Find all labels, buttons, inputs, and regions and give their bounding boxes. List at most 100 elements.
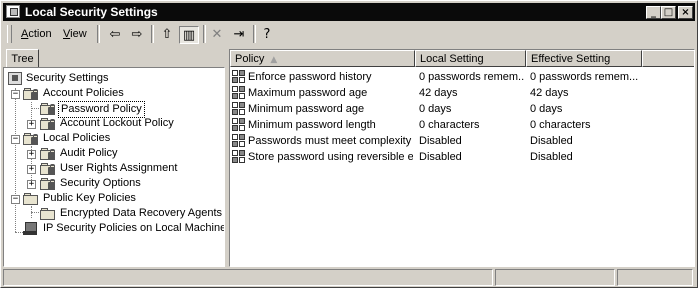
menu-action-label: ction — [28, 28, 52, 40]
tree-node-local-policies[interactable]: Local Policies — [23, 131, 112, 146]
effective-setting-value: 0 passwords remem... — [530, 71, 639, 83]
list-row[interactable]: Minimum password length 0 characters 0 c… — [230, 117, 694, 133]
policy-name: Store password using reversible e... — [248, 151, 413, 163]
maximize-button[interactable]: □ — [661, 6, 676, 19]
column-header-effective-setting[interactable]: Effective Setting — [526, 50, 642, 67]
forward-icon: ⇨ — [131, 27, 143, 42]
column-header-label: Effective Setting — [531, 53, 611, 65]
locked-folder-icon — [40, 103, 56, 115]
help-button[interactable]: ? — [257, 26, 277, 44]
tree-node-label: Account Policies — [43, 87, 124, 99]
policy-name: Passwords must meet complexity r... — [248, 135, 413, 147]
show-hide-tree-icon: ▥ — [182, 28, 196, 43]
policy-setting-icon — [232, 134, 246, 147]
effective-setting-value: Disabled — [530, 135, 573, 147]
tree-node-encrypted-data-recovery-agents[interactable]: Encrypted Data Recovery Agents — [40, 206, 224, 221]
app-icon[interactable] — [6, 5, 20, 18]
show-hide-tree-button[interactable]: ▥ — [179, 26, 199, 44]
column-header-filler — [642, 50, 694, 67]
toolbar-separator — [151, 25, 154, 43]
close-button[interactable]: × — [678, 6, 693, 19]
menu-action[interactable]: Action — [15, 26, 58, 42]
expand-icon[interactable]: + — [27, 180, 36, 189]
list-row[interactable]: Passwords must meet complexity r... Disa… — [230, 133, 694, 149]
tree-view[interactable]: Security Settings − Account Policies Pas… — [3, 67, 225, 267]
tree-node-security-options[interactable]: Security Options — [40, 176, 143, 191]
tree-node-account-lockout-policy[interactable]: Account Lockout Policy — [40, 116, 176, 131]
tree-node-label: Public Key Policies — [43, 192, 136, 204]
tree-node-account-policies[interactable]: Account Policies — [23, 86, 126, 101]
effective-setting-value: Disabled — [530, 151, 573, 163]
local-setting-value: Disabled — [419, 151, 462, 163]
tree-node-security-settings[interactable]: Security Settings — [6, 71, 111, 86]
status-bar — [3, 269, 695, 287]
list-row[interactable]: Maximum password age 42 days 42 days — [230, 85, 694, 101]
toolbar-separator — [253, 25, 256, 43]
tab-tree[interactable]: Tree — [6, 49, 39, 68]
tree-node-label: Account Lockout Policy — [60, 117, 174, 129]
tree-node-label: Security Settings — [26, 72, 109, 84]
tree-node-label: Security Options — [60, 177, 141, 189]
tree-node-public-key-policies[interactable]: Public Key Policies — [23, 191, 138, 206]
status-panel — [617, 269, 693, 286]
toolbar-separator — [203, 25, 206, 43]
policy-list-view[interactable]: Policy ▲ Local Setting Effective Setting … — [229, 49, 695, 267]
locked-folder-icon — [23, 88, 39, 100]
local-setting-value: 0 passwords remem... — [419, 71, 524, 83]
tree-node-audit-policy[interactable]: Audit Policy — [40, 146, 119, 161]
policy-setting-icon — [232, 150, 246, 163]
column-header-local-setting[interactable]: Local Setting — [415, 50, 526, 67]
sort-ascending-icon: ▲ — [270, 55, 278, 65]
locked-folder-icon — [40, 118, 56, 130]
expand-icon[interactable]: + — [27, 150, 36, 159]
delete-button[interactable]: ✕ — [207, 26, 227, 44]
title-bar[interactable]: Local Security Settings _ □ × — [3, 3, 695, 21]
tree-connector — [15, 232, 23, 233]
policy-setting-icon — [232, 102, 246, 115]
tree-node-ip-security-policies[interactable]: IP Security Policies on Local Machine — [23, 221, 224, 236]
policy-name: Minimum password age — [248, 103, 365, 115]
tree-node-label: Encrypted Data Recovery Agents — [60, 207, 223, 219]
toolbar-separator — [97, 25, 100, 43]
collapse-icon[interactable]: − — [11, 195, 20, 204]
collapse-icon[interactable]: − — [11, 135, 20, 144]
computer-icon — [23, 222, 37, 236]
column-header-policy[interactable]: Policy ▲ — [230, 50, 415, 67]
local-setting-value: 0 characters — [419, 119, 480, 131]
collapse-icon[interactable]: − — [11, 90, 20, 99]
policy-name: Maximum password age — [248, 87, 368, 99]
back-button[interactable]: ⇦ — [105, 26, 125, 44]
effective-setting-value: 0 days — [530, 103, 563, 115]
forward-button[interactable]: ⇨ — [127, 26, 147, 44]
delete-icon: ✕ — [211, 27, 223, 42]
tree-connector — [31, 212, 39, 213]
list-row[interactable]: Store password using reversible e... Dis… — [230, 149, 694, 165]
folder-icon — [40, 208, 56, 220]
policy-name: Minimum password length — [248, 119, 376, 131]
local-security-settings-window: Local Security Settings _ □ × Action Vie… — [0, 0, 698, 288]
effective-setting-value: 0 characters — [530, 119, 591, 131]
local-setting-value: Disabled — [419, 135, 462, 147]
tree-node-label: Audit Policy — [60, 147, 118, 159]
expand-icon[interactable]: + — [27, 165, 36, 174]
locked-folder-icon — [40, 178, 56, 190]
tree-connector — [31, 108, 39, 109]
up-one-level-button[interactable]: ⇧ — [157, 26, 177, 44]
effective-setting-value: 42 days — [530, 87, 569, 99]
export-list-button[interactable]: ⇥ — [229, 26, 249, 44]
grip-handle[interactable] — [7, 25, 12, 43]
tree-node-label: User Rights Assignment — [60, 162, 178, 174]
tree-connector — [15, 88, 16, 232]
up-one-level-icon: ⇧ — [161, 27, 173, 42]
expand-icon[interactable]: + — [27, 120, 36, 129]
list-row[interactable]: Minimum password age 0 days 0 days — [230, 101, 694, 117]
policy-setting-icon — [232, 70, 246, 83]
tree-node-user-rights-assignment[interactable]: User Rights Assignment — [40, 161, 179, 176]
column-header-label: Policy — [235, 53, 265, 65]
security-settings-icon — [8, 72, 22, 85]
menu-view[interactable]: View — [57, 26, 93, 42]
list-row[interactable]: Enforce password history 0 passwords rem… — [230, 69, 694, 85]
status-panel — [3, 269, 493, 286]
tree-node-password-policy[interactable]: Password Policy — [40, 101, 145, 118]
minimize-button[interactable]: _ — [646, 6, 661, 19]
